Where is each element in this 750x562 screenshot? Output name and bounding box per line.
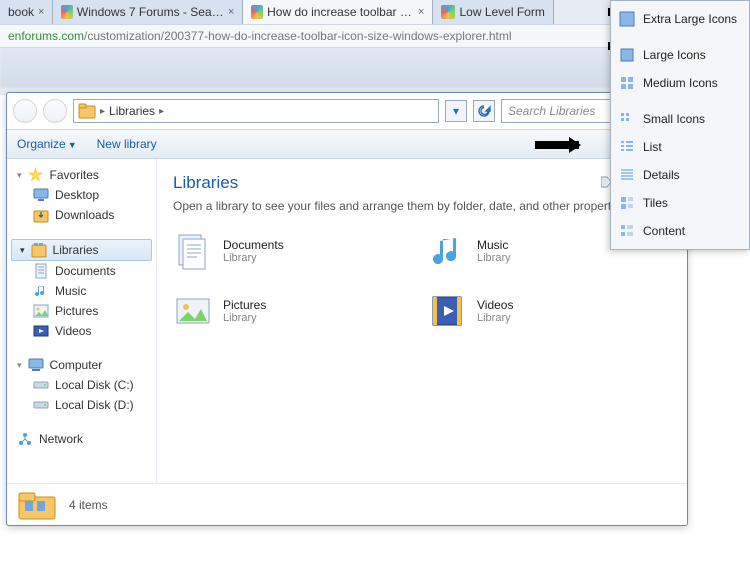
content-subtitle: Open a library to see your files and arr…	[173, 199, 671, 213]
explorer-toolbar: Organize▼ New library ?	[7, 129, 687, 159]
videos-library-icon	[427, 291, 467, 331]
search-placeholder: Search Libraries	[508, 104, 595, 118]
libraries-group[interactable]: ▾ Libraries	[11, 239, 152, 261]
tab-label: Low Level Form	[459, 5, 544, 19]
star-icon	[28, 167, 44, 183]
nav-item-disk-d[interactable]: Local Disk (D:)	[7, 395, 156, 415]
tiles-icon	[619, 195, 635, 211]
view-menu-item-list[interactable]: List	[613, 133, 747, 161]
view-menu-item-tiles[interactable]: Tiles	[613, 189, 747, 217]
tab-label: book	[8, 5, 34, 19]
refresh-icon	[477, 104, 491, 118]
tab-label: How do increase toolbar icon si...	[267, 5, 414, 19]
details-icon	[619, 167, 635, 183]
organize-button[interactable]: Organize▼	[17, 137, 77, 151]
browser-tab[interactable]: Windows 7 Forums - Search Re... ×	[53, 0, 243, 24]
view-menu-item-extra-large[interactable]: Extra Large Icons	[613, 5, 747, 33]
documents-library-icon	[173, 231, 213, 271]
nav-item-pictures[interactable]: Pictures	[7, 301, 156, 321]
nav-item-disk-c[interactable]: Local Disk (C:)	[7, 375, 156, 395]
group-label: Libraries	[53, 243, 99, 257]
small-icons-icon	[619, 111, 635, 127]
breadcrumb-bar[interactable]: ▸ Libraries ▸	[73, 99, 439, 123]
browser-tab[interactable]: Low Level Form	[433, 0, 553, 24]
browser-tab-active[interactable]: How do increase toolbar icon si... ×	[243, 0, 433, 24]
computer-icon	[28, 357, 44, 373]
medium-icons-icon	[619, 75, 635, 91]
favicon-icon	[441, 5, 455, 19]
nav-item-downloads[interactable]: Downloads	[7, 205, 156, 225]
chevron-down-icon: ▼	[68, 140, 77, 150]
favicon-icon	[61, 5, 72, 19]
pictures-icon	[33, 303, 49, 319]
nav-item-videos[interactable]: Videos	[7, 321, 156, 341]
videos-icon	[33, 323, 49, 339]
nav-item-documents[interactable]: Documents	[7, 261, 156, 281]
downloads-icon	[33, 207, 49, 223]
favorites-group[interactable]: ▾ Favorites	[7, 165, 156, 185]
navigation-pane: ▾ Favorites Desktop Downloads ▾ Librarie…	[7, 159, 157, 483]
libraries-icon	[31, 242, 47, 258]
nav-item-desktop[interactable]: Desktop	[7, 185, 156, 205]
documents-icon	[33, 263, 49, 279]
url-path: /customization/200377-how-do-increase-to…	[84, 29, 512, 43]
breadcrumb-item[interactable]: Libraries	[109, 104, 155, 118]
content-title: Libraries	[173, 173, 671, 193]
chevron-right-icon[interactable]: ▸	[159, 106, 164, 117]
library-item-pictures[interactable]: PicturesLibrary	[173, 291, 417, 331]
view-menu-item-content[interactable]: Content	[613, 217, 747, 245]
view-slider-thumb[interactable]	[601, 175, 611, 189]
forward-button[interactable]	[43, 99, 67, 123]
group-label: Computer	[50, 358, 103, 372]
libraries-icon	[78, 103, 96, 119]
computer-group[interactable]: ▾ Computer	[7, 355, 156, 375]
collapse-icon: ▾	[17, 360, 22, 371]
close-icon[interactable]: ×	[38, 6, 44, 18]
extra-large-icons-icon	[619, 11, 635, 27]
new-library-button[interactable]: New library	[97, 137, 157, 151]
status-bar: 4 items	[7, 483, 687, 525]
back-button[interactable]	[13, 99, 37, 123]
view-menu-item-large[interactable]: Large Icons	[613, 41, 747, 69]
view-menu-item-medium[interactable]: Medium Icons	[613, 69, 747, 97]
network-icon	[17, 431, 33, 447]
chevron-right-icon[interactable]: ▸	[100, 106, 105, 117]
libraries-folder-icon	[17, 489, 57, 521]
history-dropdown-button[interactable]: ▾	[445, 100, 467, 122]
url-host: enforums.com	[8, 29, 84, 43]
refresh-button[interactable]	[473, 100, 495, 122]
view-menu-item-small[interactable]: Small Icons	[613, 105, 747, 133]
list-icon	[619, 139, 635, 155]
group-label: Favorites	[50, 168, 99, 182]
explorer-navbar: ▸ Libraries ▸ ▾ Search Libraries	[7, 93, 687, 129]
collapse-icon: ▾	[20, 245, 25, 256]
group-label: Network	[39, 432, 83, 446]
network-group[interactable]: Network	[7, 429, 156, 449]
tab-label: Windows 7 Forums - Search Re...	[77, 5, 224, 19]
view-menu-item-details[interactable]: Details	[613, 161, 747, 189]
disk-icon	[33, 397, 49, 413]
favicon-icon	[251, 5, 263, 19]
close-icon[interactable]: ×	[228, 6, 234, 18]
browser-tab[interactable]: book ×	[0, 0, 53, 24]
desktop-icon	[33, 187, 49, 203]
library-item-documents[interactable]: DocumentsLibrary	[173, 231, 417, 271]
content-icon	[619, 223, 635, 239]
music-library-icon	[427, 231, 467, 271]
annotation-arrow	[535, 141, 579, 149]
disk-icon	[33, 377, 49, 393]
status-text: 4 items	[69, 498, 108, 512]
music-icon	[33, 283, 49, 299]
collapse-icon: ▾	[17, 170, 22, 181]
view-menu: Extra Large Icons Large Icons Medium Ico…	[610, 0, 750, 250]
large-icons-icon	[619, 47, 635, 63]
pictures-library-icon	[173, 291, 213, 331]
explorer-window: ▸ Libraries ▸ ▾ Search Libraries Organiz…	[6, 92, 688, 526]
library-item-videos[interactable]: VideosLibrary	[427, 291, 671, 331]
nav-item-music[interactable]: Music	[7, 281, 156, 301]
content-pane: Libraries Open a library to see your fil…	[157, 159, 687, 483]
close-icon[interactable]: ×	[418, 6, 424, 18]
